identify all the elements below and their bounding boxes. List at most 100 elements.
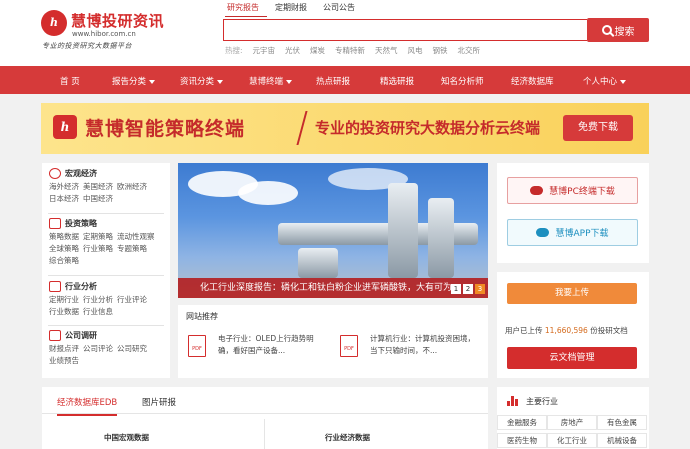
logo-slogan: 专业的投资研究大数据平台 <box>42 42 132 50</box>
industry-item[interactable]: 机械设备 <box>597 433 647 448</box>
hot-word[interactable]: 煤炭 <box>310 45 325 56</box>
slider-page[interactable]: 2 <box>463 284 473 294</box>
hot-word[interactable]: 北交所 <box>458 45 481 56</box>
category-link[interactable]: 专题策略 <box>117 244 147 253</box>
banner-divider <box>296 111 308 145</box>
category-link[interactable]: 行业数据 <box>49 307 79 316</box>
nav-item-hot-reports[interactable]: 热点研报 <box>316 75 350 87</box>
cloud-download-icon <box>530 186 544 195</box>
tab-image-reports[interactable]: 图片研报 <box>142 396 176 408</box>
hot-word[interactable]: 天然气 <box>375 45 398 56</box>
slider-caption[interactable]: 化工行业深度报告：磷化工和钛白粉企业进军磷酸铁，大有可为 <box>178 278 488 298</box>
category-link[interactable]: 定期策略 <box>83 232 113 241</box>
category-link[interactable]: 行业分析 <box>83 295 113 304</box>
category-title-text[interactable]: 公司调研 <box>65 330 97 341</box>
nav-item-economic-db[interactable]: 经济数据库 <box>511 75 554 87</box>
category-link[interactable]: 欧洲经济 <box>117 182 147 191</box>
search-button[interactable]: 搜索 <box>587 18 649 42</box>
category-link[interactable]: 公司研究 <box>117 344 147 353</box>
category-link[interactable]: 策略数据 <box>49 232 79 241</box>
nav-item-report-categories[interactable]: 报告分类 <box>112 75 156 87</box>
header: h 慧博投研资讯 www.hibor.com.cn 专业的投资研究大数据平台 研… <box>0 0 690 66</box>
pdf-icon: PDF <box>188 335 206 357</box>
hot-word[interactable]: 风电 <box>408 45 423 56</box>
category-strategy: 投资策略 策略数据 定期策略 流动性观察全球策略 行业策略 专题策略综合策略 <box>49 218 167 267</box>
data-panel: 经济数据库EDB 图片研报 中国宏观数据 行业经济数据 <box>42 387 488 449</box>
category-title-text[interactable]: 行业分析 <box>65 281 97 292</box>
hot-word[interactable]: 光伏 <box>285 45 300 56</box>
banner-download-button[interactable]: 免费下载 <box>563 115 633 141</box>
category-title-text[interactable]: 宏观经济 <box>65 168 97 179</box>
search-icon <box>601 25 612 35</box>
divider <box>48 325 164 326</box>
nav-item-terminal[interactable]: 慧博终端 <box>249 75 293 87</box>
industry-panel: 主要行业 金融服务 房地产 有色金属 医药生物 化工行业 机械设备 <box>497 387 649 449</box>
recommend-item[interactable]: PDF 计算机行业：计算机投资困境，当下只输时间，不... <box>340 333 480 369</box>
nav-item-user-center[interactable]: 个人中心 <box>583 75 627 87</box>
slider-page[interactable]: 3 <box>475 284 485 294</box>
search-input[interactable] <box>223 19 587 41</box>
logo-url: www.hibor.com.cn <box>72 30 136 38</box>
section-industry-data[interactable]: 行业经济数据 <box>325 432 370 443</box>
nav-label: 知名分析师 <box>441 77 484 87</box>
category-link[interactable]: 综合策略 <box>49 256 79 265</box>
industry-item[interactable]: 化工行业 <box>547 433 597 448</box>
site-logo[interactable]: h 慧博投研资讯 www.hibor.com.cn 专业的投资研究大数据平台 <box>41 8 201 54</box>
banner-slogan: 专业的投资研究大数据分析云终端 <box>315 119 541 137</box>
recommend-title: 网站推荐 <box>186 312 218 321</box>
hot-word[interactable]: 钢铁 <box>433 45 448 56</box>
category-link[interactable]: 全球策略 <box>49 244 79 253</box>
nav-item-featured-reports[interactable]: 精选研报 <box>380 75 414 87</box>
pc-terminal-download-button[interactable]: 慧博PC终端下载 <box>507 177 638 204</box>
recommend-panel: 网站推荐 PDF 电子行业：OLED上行趋势明确，看好国产设备... PDF 计… <box>178 305 488 378</box>
category-link[interactable]: 日本经济 <box>49 194 79 203</box>
category-link[interactable]: 流动性观察 <box>117 232 155 241</box>
strategy-icon <box>49 218 61 229</box>
featured-slider[interactable]: 化工行业深度报告：磷化工和钛白粉企业进军磷酸铁，大有可为 1 2 3 <box>178 163 488 298</box>
cloud-doc-manage-button[interactable]: 云文档管理 <box>507 347 637 369</box>
category-link[interactable]: 中国经济 <box>83 194 113 203</box>
category-link[interactable]: 海外经济 <box>49 182 79 191</box>
search-button-label: 搜索 <box>614 26 635 38</box>
nav-item-home[interactable]: 首 页 <box>60 75 80 87</box>
search-tab-announcements[interactable]: 公司公告 <box>321 2 363 17</box>
download-panel: 慧博PC终端下载 慧博APP下载 <box>497 163 649 263</box>
search-tab-reports[interactable]: 研究报告 <box>225 2 267 17</box>
industry-item[interactable]: 有色金属 <box>597 415 647 430</box>
cloud-download-icon <box>536 228 550 237</box>
upload-button[interactable]: 我要上传 <box>507 283 637 304</box>
slider-image <box>238 181 298 205</box>
app-download-label: 慧博APP下载 <box>555 229 609 239</box>
app-download-button[interactable]: 慧博APP下载 <box>507 219 638 246</box>
main-nav: 首 页 报告分类 资讯分类 慧博终端 热点研报 精选研报 知名分析师 经济数据库… <box>0 66 690 94</box>
nav-item-news-categories[interactable]: 资讯分类 <box>180 75 224 87</box>
category-link[interactable]: 定期行业 <box>49 295 79 304</box>
category-links: 财报点评 公司评论 公司研究业绩预告 <box>49 343 167 367</box>
category-link[interactable]: 行业评论 <box>117 295 147 304</box>
category-link[interactable]: 业绩预告 <box>49 356 79 365</box>
industry-item[interactable]: 金融服务 <box>497 415 547 430</box>
category-link[interactable]: 财报点评 <box>49 344 79 353</box>
industry-item[interactable]: 医药生物 <box>497 433 547 448</box>
recommend-item-text[interactable]: 电子行业：OLED上行趋势明确，看好国产设备... <box>218 333 328 357</box>
category-link[interactable]: 公司评论 <box>83 344 113 353</box>
logo-mark-icon: h <box>41 10 67 36</box>
promo-banner[interactable]: h 慧博智能策略终端 专业的投资研究大数据分析云终端 免费下载 <box>41 103 649 154</box>
industry-item[interactable]: 房地产 <box>547 415 597 430</box>
category-link[interactable]: 行业信息 <box>83 307 113 316</box>
slider-image <box>298 248 338 278</box>
category-title: 宏观经济 <box>49 168 167 179</box>
hot-word[interactable]: 元宇宙 <box>253 45 276 56</box>
recommend-item[interactable]: PDF 电子行业：OLED上行趋势明确，看好国产设备... <box>188 333 328 369</box>
search-tab-financials[interactable]: 定期财报 <box>273 2 315 17</box>
category-title-text[interactable]: 投资策略 <box>65 218 97 229</box>
upload-count: 11,660,596 <box>544 326 588 335</box>
category-link[interactable]: 行业策略 <box>83 244 113 253</box>
section-china-macro[interactable]: 中国宏观数据 <box>104 432 149 443</box>
nav-item-analysts[interactable]: 知名分析师 <box>441 75 484 87</box>
slider-page[interactable]: 1 <box>451 284 461 294</box>
slider-image <box>428 198 454 278</box>
hot-word[interactable]: 专精特新 <box>335 45 365 56</box>
recommend-item-text[interactable]: 计算机行业：计算机投资困境，当下只输时间，不... <box>370 333 480 357</box>
category-link[interactable]: 美国经济 <box>83 182 113 191</box>
